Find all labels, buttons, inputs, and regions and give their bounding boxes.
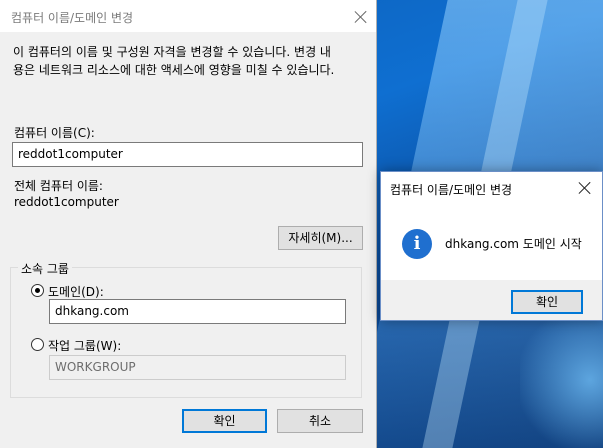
member-of-legend: 소속 그룹 (18, 260, 72, 277)
domain-label: 도메인(D): (48, 285, 104, 299)
workgroup-label: 작업 그룹(W): (48, 339, 122, 353)
wallpaper-glow (520, 300, 603, 448)
close-icon[interactable] (578, 181, 592, 195)
message-box-title: 컴퓨터 이름/도메인 변경 (390, 183, 513, 197)
cancel-button[interactable]: 취소 (277, 409, 363, 433)
dialog-description: 이 컴퓨터의 이름 및 구성원 자격을 변경할 수 있습니다. 변경 내 용은 … (13, 43, 363, 79)
description-line-2: 용은 네트워크 리소스에 대한 액세스에 영향을 미칠 수 있습니다. (13, 63, 335, 77)
message-text: dhkang.com 도메인 시작 (445, 237, 582, 251)
domain-input[interactable]: dhkang.com (49, 299, 346, 324)
close-icon[interactable] (354, 10, 368, 24)
ok-button[interactable]: 확인 (182, 409, 267, 433)
computer-name-label: 컴퓨터 이름(C): (14, 126, 95, 140)
message-box: 컴퓨터 이름/도메인 변경 i dhkang.com 도메인 시작 확인 (380, 171, 603, 321)
workgroup-radio[interactable] (31, 338, 44, 351)
computer-name-input[interactable]: reddot1computer (12, 142, 363, 167)
domain-radio[interactable] (31, 284, 44, 297)
dialog-title: 컴퓨터 이름/도메인 변경 (11, 11, 134, 25)
message-box-footer: 확인 (381, 280, 602, 320)
full-computer-name-value: reddot1computer (14, 195, 119, 209)
dialog-titlebar: 컴퓨터 이름/도메인 변경 (0, 0, 376, 32)
message-ok-button[interactable]: 확인 (511, 290, 583, 314)
workgroup-input: WORKGROUP (49, 355, 346, 380)
description-line-1: 이 컴퓨터의 이름 및 구성원 자격을 변경할 수 있습니다. 변경 내 (13, 45, 331, 59)
computer-name-dialog: 컴퓨터 이름/도메인 변경 이 컴퓨터의 이름 및 구성원 자격을 변경할 수 … (0, 0, 377, 448)
info-icon: i (402, 229, 432, 259)
more-button[interactable]: 자세히(M)... (278, 226, 363, 250)
full-computer-name-label: 전체 컴퓨터 이름: (14, 179, 103, 193)
